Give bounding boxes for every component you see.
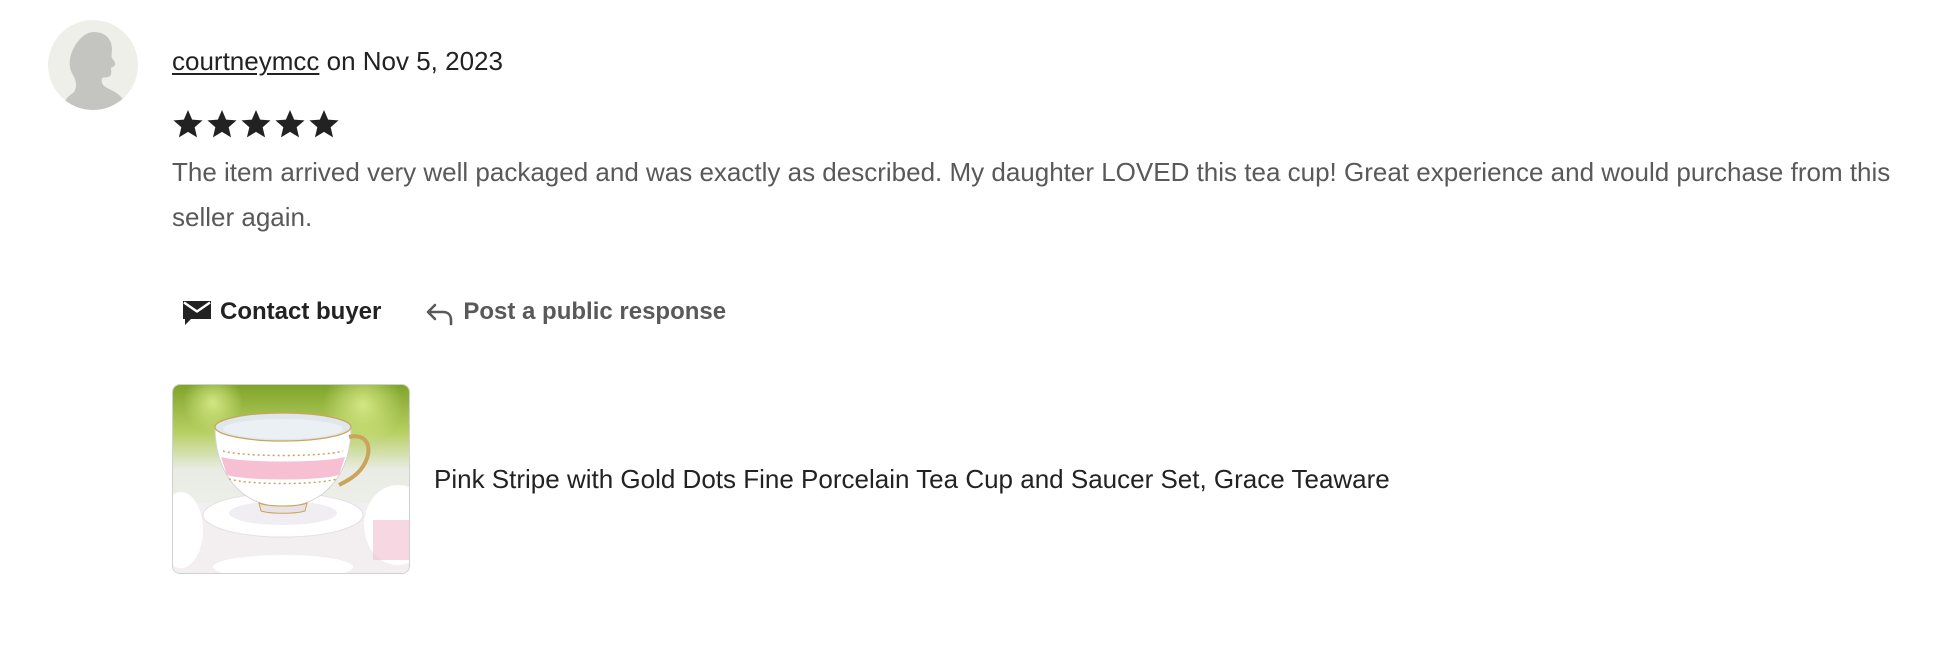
post-public-response-label: Post a public response xyxy=(463,298,727,325)
review-text: The item arrived very well packaged and … xyxy=(172,157,1891,232)
star-icon xyxy=(173,110,203,138)
teacup-product-image xyxy=(173,385,409,573)
reviewer-username-link[interactable]: courtneymcc xyxy=(172,46,319,76)
star-icon xyxy=(275,110,305,138)
purchased-item-link[interactable]: Pink Stripe with Gold Dots Fine Porcelai… xyxy=(172,384,1390,574)
avatar[interactable] xyxy=(48,20,138,110)
star-icon xyxy=(207,110,237,138)
star-rating xyxy=(172,108,340,140)
review-actions: Contact buyer Post a public response xyxy=(182,298,726,326)
review-date: on Nov 5, 2023 xyxy=(319,46,503,76)
review-meta: courtneymcc on Nov 5, 2023 xyxy=(172,46,503,76)
reply-arrow-icon xyxy=(427,303,453,326)
product-thumbnail[interactable] xyxy=(172,384,410,574)
product-title[interactable]: Pink Stripe with Gold Dots Fine Porcelai… xyxy=(434,464,1390,495)
envelope-icon xyxy=(183,301,211,325)
star-icon xyxy=(241,110,271,138)
contact-buyer-label: Contact buyer xyxy=(220,298,382,325)
default-avatar-icon xyxy=(62,32,127,110)
contact-buyer-button[interactable]: Contact buyer xyxy=(182,298,381,326)
post-public-response-button[interactable]: Post a public response xyxy=(425,298,726,326)
star-icon xyxy=(309,110,339,138)
